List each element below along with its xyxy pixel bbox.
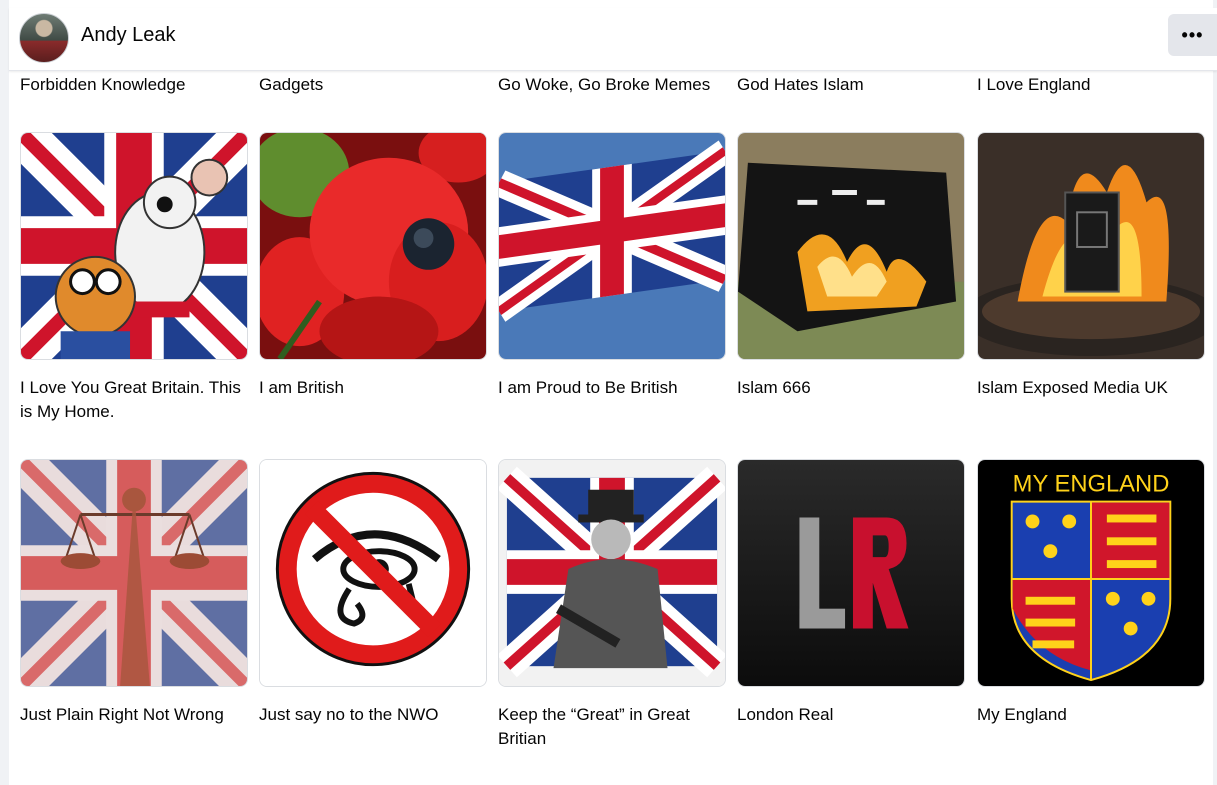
my-england-banner-text: MY ENGLAND <box>1013 471 1170 498</box>
page-label-keep-great[interactable]: Keep the “Great” in Great Britian <box>498 703 734 751</box>
churchill-union-jack-image <box>499 460 725 686</box>
red-poppy-image <box>260 133 486 359</box>
profile-name[interactable]: Andy Leak <box>81 24 176 47</box>
page-thumbnail-just-plain-right[interactable] <box>20 459 248 687</box>
page-label-i-love-you-great-britain[interactable]: I Love You Great Britain. This is My Hom… <box>20 376 256 424</box>
profile-header: Andy Leak ••• <box>9 8 1217 71</box>
page-label-i-love-england[interactable]: I Love England <box>977 73 1213 97</box>
union-jack-flag-waving-image <box>499 133 725 359</box>
burning-black-flag-image <box>738 133 964 359</box>
lr-logo-image <box>738 460 964 686</box>
royal-arms-england-image: MY ENGLAND <box>978 460 1204 686</box>
page-thumbnail-keep-great[interactable] <box>498 459 726 687</box>
page-label-london-real[interactable]: London Real <box>737 703 973 727</box>
page-label-go-woke-go-broke[interactable]: Go Woke, Go Broke Memes <box>498 73 734 97</box>
page-background-left <box>0 0 9 785</box>
page-thumbnail-proud-to-be-british[interactable] <box>498 132 726 360</box>
page-label-i-am-british[interactable]: I am British <box>259 376 495 400</box>
page-thumbnail-no-nwo[interactable] <box>259 459 487 687</box>
page-label-proud-to-be-british[interactable]: I am Proud to Be British <box>498 376 734 400</box>
burning-book-image <box>978 133 1204 359</box>
page-thumbnail-london-real[interactable] <box>737 459 965 687</box>
page-label-no-nwo[interactable]: Just say no to the NWO <box>259 703 495 727</box>
page-label-islam-exposed[interactable]: Islam Exposed Media UK <box>977 376 1213 400</box>
more-options-button[interactable]: ••• <box>1168 14 1217 56</box>
page-background-right <box>1213 0 1217 785</box>
page-label-god-hates-islam[interactable]: God Hates Islam <box>737 73 973 97</box>
page-thumbnail-islam-exposed[interactable] <box>977 132 1205 360</box>
danger-mouse-union-jack-image <box>21 133 247 359</box>
page-thumbnail-i-am-british[interactable] <box>259 132 487 360</box>
page-label-just-plain-right[interactable]: Just Plain Right Not Wrong <box>20 703 256 727</box>
page-thumbnail-danger-mouse[interactable] <box>20 132 248 360</box>
page-label-forbidden-knowledge[interactable]: Forbidden Knowledge <box>20 73 256 97</box>
page-thumbnail-islam-666[interactable] <box>737 132 965 360</box>
no-eye-of-horus-sign-image <box>260 460 486 686</box>
page-label-my-england[interactable]: My England <box>977 703 1213 727</box>
lady-justice-union-jack-image <box>21 460 247 686</box>
page-label-islam-666[interactable]: Islam 666 <box>737 376 973 400</box>
page-thumbnail-my-england[interactable]: MY ENGLAND <box>977 459 1205 687</box>
page-label-gadgets[interactable]: Gadgets <box>259 73 495 97</box>
avatar[interactable] <box>19 13 69 63</box>
